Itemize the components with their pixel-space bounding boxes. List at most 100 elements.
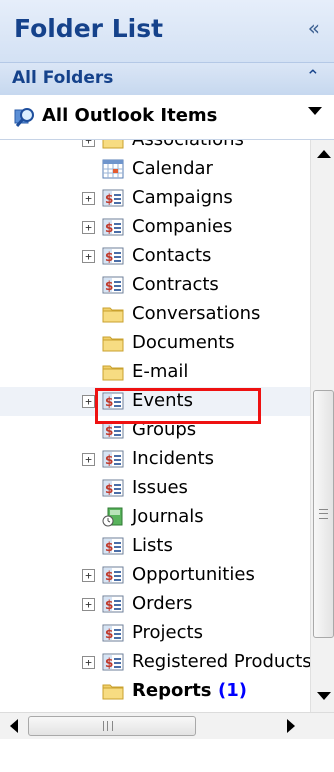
tree-item-label: Contacts [132,245,212,266]
svg-text:$: $ [105,598,113,612]
grip-icon [319,509,328,519]
tree-item[interactable]: + $ Campaigns [0,184,310,213]
tree-item-label: Campaigns [132,187,233,208]
tree-item[interactable]: + $ Registered Products [0,648,310,677]
contact-card-icon: $ [102,652,124,672]
expand-plus-icon[interactable]: + [82,395,95,408]
contact-card-icon: $ [102,565,124,585]
svg-text:$: $ [105,250,113,264]
search-folder-icon [14,108,34,127]
contact-card-icon: $ [102,246,124,266]
svg-text:$: $ [105,221,113,235]
calendar-icon [102,159,124,179]
highlight-box [95,388,261,424]
unread-count: (1) [218,680,247,701]
scroll-right-arrow-icon[interactable] [287,719,295,733]
horizontal-scroll-thumb[interactable] [28,716,196,736]
folder-list-title: Folder List [14,14,164,43]
view-selector-dropdown[interactable]: All Outlook Items [0,95,334,140]
folder-list-pane: Folder List « All Folders ⌃ All Outlook … [0,0,334,772]
expand-plus-icon[interactable]: + [82,221,95,234]
scroll-down-arrow-icon[interactable] [317,692,331,700]
vertical-scroll-thumb[interactable] [313,390,334,638]
tree-item[interactable]: + $ Companies [0,213,310,242]
svg-text:$: $ [105,192,113,206]
svg-text:$: $ [105,279,113,293]
expand-plus-icon[interactable]: + [82,192,95,205]
svg-text:$: $ [105,453,113,467]
tree-item[interactable]: Calendar [0,155,310,184]
expand-plus-icon[interactable]: + [82,656,95,669]
tree-item[interactable]: $ Contracts [0,271,310,300]
tree-item[interactable]: Conversations [0,300,310,329]
expand-plus-icon[interactable]: + [82,453,95,466]
tree-item[interactable]: + $ Incidents [0,445,310,474]
svg-text:$: $ [105,424,113,438]
tree-item-label: E-mail [132,361,189,382]
contact-card-icon: $ [102,188,124,208]
contact-card-icon: $ [102,623,124,643]
svg-text:$: $ [105,656,113,670]
vertical-scrollbar[interactable] [310,140,334,712]
svg-text:$: $ [105,569,113,583]
tree-item-label: Contracts [132,274,219,295]
tree-item[interactable]: + $ Opportunities [0,561,310,590]
tree-item-label: Orders [132,593,193,614]
journal-icon [102,507,124,527]
contact-card-icon: $ [102,449,124,469]
tree-item[interactable]: + Associations [0,140,310,155]
tree-item[interactable]: + $ Orders [0,590,310,619]
tree-item-label: Registered Products [132,651,310,672]
contact-card-icon: $ [102,536,124,556]
tree-item[interactable]: + $ Contacts [0,242,310,271]
svg-text:$: $ [105,627,113,641]
folder-icon [102,681,124,701]
tree-item-label: Reports [132,680,212,701]
view-selector-label: All Outlook Items [42,105,218,126]
svg-text:$: $ [105,482,113,496]
expand-plus-icon[interactable]: + [82,569,95,582]
contact-card-icon: $ [102,275,124,295]
tree-item[interactable]: Reports (1) [0,677,310,706]
tree-item-label: Journals [132,506,204,527]
tree-item-label: Issues [132,477,188,498]
tree-item-label: Projects [132,622,203,643]
folder-list-header: Folder List « [0,0,334,62]
tree-item[interactable]: Journals [0,503,310,532]
folder-icon [102,333,124,353]
tree-item[interactable]: Documents [0,329,310,358]
contact-card-icon: $ [102,478,124,498]
tree-item-label: Calendar [132,158,213,179]
grip-icon [103,721,113,731]
scroll-left-arrow-icon[interactable] [10,719,18,733]
collapse-pane-icon[interactable]: « [308,16,320,40]
tree-item-label: Documents [132,332,235,353]
scroll-up-arrow-icon[interactable] [317,150,331,158]
tree-item-label: Lists [132,535,173,556]
chevron-up-icon[interactable]: ⌃ [306,67,320,87]
tree-item-label: Associations [132,140,244,150]
tree-item-label: Opportunities [132,564,255,585]
all-folders-bar[interactable]: All Folders ⌃ [0,62,334,96]
folder-icon [102,140,124,150]
all-folders-label: All Folders [12,68,114,88]
tree-item[interactable]: $ Projects [0,619,310,648]
contact-card-icon: $ [102,217,124,237]
expand-plus-icon[interactable]: + [82,140,95,147]
horizontal-scrollbar[interactable] [0,712,334,739]
folder-icon [102,362,124,382]
folder-tree: + Associations Calendar + $ Campaigns + $ Compan… [0,140,310,712]
tree-item[interactable]: E-mail [0,358,310,387]
tree-item[interactable]: $ Lists [0,532,310,561]
dropdown-arrow-icon[interactable] [308,107,322,115]
tree-item-label: Conversations [132,303,261,324]
tree-item-label: Companies [132,216,233,237]
svg-text:$: $ [105,540,113,554]
tree-item-label: Incidents [132,448,214,469]
expand-plus-icon[interactable]: + [82,250,95,263]
pane-footer [0,739,334,772]
folder-icon [102,304,124,324]
tree-item[interactable]: $ Issues [0,474,310,503]
expand-plus-icon[interactable]: + [82,598,95,611]
contact-card-icon: $ [102,594,124,614]
